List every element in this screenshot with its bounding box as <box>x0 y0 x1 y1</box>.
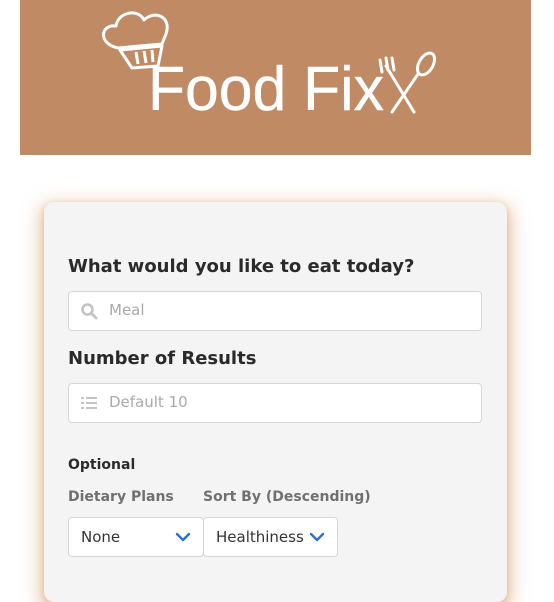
search-icon <box>81 303 98 320</box>
dietary-plans-select[interactable]: None <box>68 517 204 557</box>
dietary-plans-value: None <box>81 528 121 546</box>
sort-by-label: Sort By (Descending) <box>203 489 371 505</box>
dietary-plans-label: Dietary Plans <box>68 489 174 505</box>
search-card: What would you like to eat today? Number… <box>44 202 507 602</box>
optional-heading: Optional <box>68 457 136 473</box>
meal-input[interactable] <box>109 292 469 328</box>
list-icon <box>81 397 97 409</box>
chevron-down-icon <box>175 532 191 542</box>
food-fix-logo: Food Fix <box>102 11 437 124</box>
meal-field[interactable] <box>68 291 482 331</box>
results-field[interactable] <box>68 383 482 423</box>
chevron-down-icon <box>309 532 325 542</box>
results-question: Number of Results <box>68 348 257 369</box>
header-banner: Food Fix <box>20 0 531 155</box>
fork-spoon-icon <box>378 51 437 114</box>
brand-name: Food Fix <box>148 55 384 124</box>
sort-by-value: Healthiness <box>216 528 304 546</box>
meal-question: What would you like to eat today? <box>68 256 415 277</box>
results-input[interactable] <box>109 384 469 420</box>
sort-by-select[interactable]: Healthiness <box>203 517 338 557</box>
